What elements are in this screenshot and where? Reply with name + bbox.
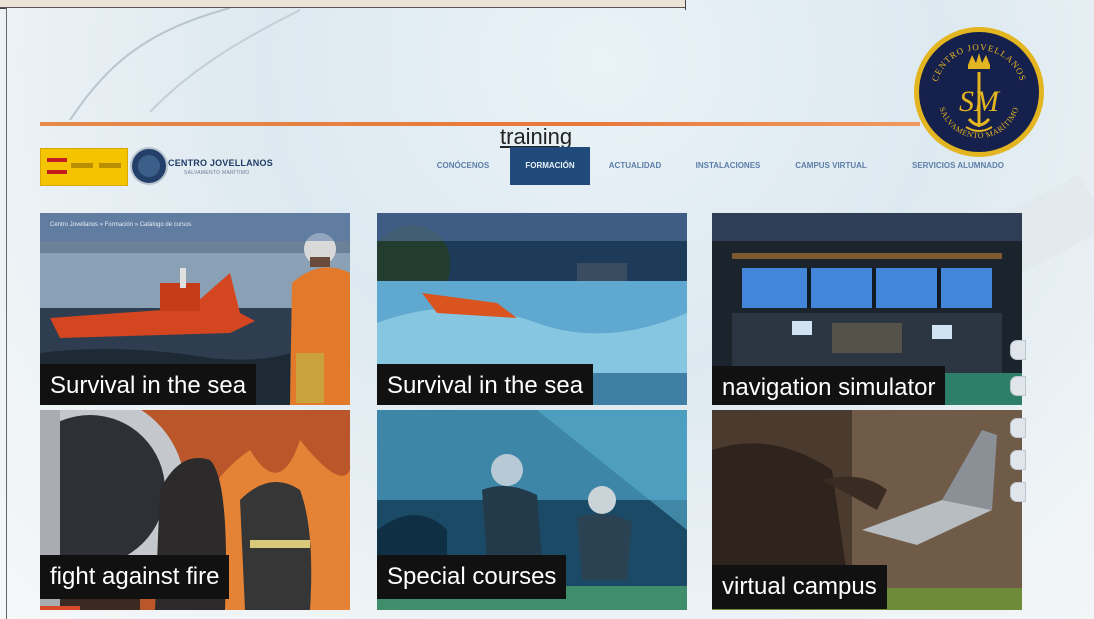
nav-item-conocenos[interactable]: CONÓCENOS bbox=[425, 147, 501, 185]
course-tile-navigation-simulator[interactable]: navigation simulator bbox=[712, 213, 1022, 405]
nav-item-instalaciones[interactable]: INSTALACIONES bbox=[683, 147, 773, 185]
breadcrumb: Centro Jovellanos » Formación » Catálogo… bbox=[40, 213, 350, 241]
search-icon[interactable] bbox=[1010, 418, 1026, 438]
scroll-icon[interactable] bbox=[1010, 376, 1026, 396]
breadcrumb-text[interactable]: Centro Jovellanos » Formación » Catálogo… bbox=[50, 222, 191, 228]
top-tick-mark bbox=[685, 0, 686, 10]
tile-label[interactable]: Special courses bbox=[377, 555, 567, 599]
nav-item-campus-virtual[interactable]: CAMPUS VIRTUAL bbox=[781, 147, 881, 185]
svg-text:SM: SM bbox=[959, 85, 1001, 118]
share-icon[interactable] bbox=[1010, 482, 1026, 502]
header-orange-rule bbox=[40, 122, 920, 126]
tile-label[interactable]: Survival in the sea bbox=[40, 364, 257, 405]
course-grid: Centro Jovellanos » Formación » Catálogo… bbox=[40, 213, 1022, 613]
tile-label[interactable]: navigation simulator bbox=[712, 366, 946, 405]
course-tile-special-courses[interactable]: Special courses bbox=[377, 410, 687, 610]
course-tile-fight-against-fire[interactable]: fight against fire bbox=[40, 410, 350, 610]
jovellanos-emblem-icon[interactable] bbox=[130, 147, 168, 185]
course-tile-survival-sea-1[interactable]: Centro Jovellanos » Formación » Catálogo… bbox=[40, 213, 350, 405]
site-logo-name[interactable]: CENTRO JOVELLANOS bbox=[168, 158, 273, 168]
top-border bbox=[0, 0, 686, 8]
left-border-line bbox=[6, 8, 7, 619]
tile-label[interactable]: Survival in the sea bbox=[377, 364, 594, 405]
nav-item-formacion[interactable]: FORMACIÓN bbox=[510, 147, 590, 185]
salvamento-maritimo-seal: CENTRO JOVELLANOS SALVAMENTO MARÍTIMO SM bbox=[914, 27, 1044, 157]
scroll-icon[interactable] bbox=[1010, 340, 1026, 360]
site-logo-subtitle: SALVAMENTO MARÍTIMO bbox=[184, 170, 250, 176]
course-tile-virtual-campus[interactable]: virtual campus bbox=[712, 410, 1022, 610]
nav-item-actualidad[interactable]: ACTUALIDAD bbox=[597, 147, 673, 185]
spain-flag-icon bbox=[47, 158, 67, 174]
mail-icon[interactable] bbox=[1010, 450, 1026, 470]
course-tile-survival-sea-2[interactable]: Survival in the sea bbox=[377, 213, 687, 405]
tile-label[interactable]: virtual campus bbox=[712, 565, 887, 609]
spain-government-logo[interactable] bbox=[40, 148, 128, 186]
tile-label[interactable]: fight against fire bbox=[40, 555, 230, 599]
